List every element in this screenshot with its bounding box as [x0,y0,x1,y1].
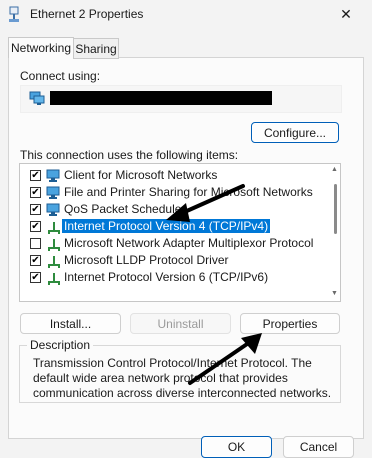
item-label: Internet Protocol Version 6 (TCP/IPv6) [64,270,269,284]
item-checkbox[interactable] [30,187,41,198]
scrollbar-thumb[interactable] [334,184,337,234]
network-properties-icon [7,6,21,24]
item-checkbox[interactable] [30,238,41,249]
install-button[interactable]: Install... [20,313,121,334]
description-title: Description [27,338,94,352]
properties-button[interactable]: Properties [240,313,340,334]
item-label: QoS Packet Scheduler [64,202,186,216]
scroll-up-icon[interactable]: ▲ [330,166,339,174]
list-item[interactable]: Microsoft Network Adapter Multiplexor Pr… [20,235,320,252]
list-item[interactable]: File and Printer Sharing for Microsoft N… [20,184,320,201]
tab-sharing[interactable]: Sharing [73,38,119,59]
protocol-icon [46,271,62,285]
list-item-selected[interactable]: Internet Protocol Version 4 (TCP/IPv4) [20,218,320,235]
protocol-icon [46,254,62,268]
item-checkbox[interactable] [30,204,41,215]
description-text: Transmission Control Protocol/Internet P… [33,356,332,400]
item-checkbox[interactable] [30,170,41,181]
configure-button[interactable]: Configure... [251,122,339,143]
network-client-icon [46,186,62,200]
item-label: Internet Protocol Version 4 (TCP/IPv4) [60,218,272,234]
close-button[interactable]: ✕ [334,3,358,25]
uninstall-button[interactable]: Uninstall [130,313,231,334]
scroll-down-icon[interactable]: ▼ [330,290,339,298]
item-checkbox[interactable] [30,221,41,232]
network-client-icon [46,169,62,183]
item-label: Microsoft LLDP Protocol Driver [64,253,229,267]
window-title: Ethernet 2 Properties [30,7,144,21]
item-label: Microsoft Network Adapter Multiplexor Pr… [64,236,314,250]
items-label: This connection uses the following items… [20,148,239,162]
protocol-icon [46,237,62,251]
tab-networking[interactable]: Networking [8,37,74,58]
list-item[interactable]: Microsoft LLDP Protocol Driver [20,252,320,269]
item-label: Client for Microsoft Networks [64,168,218,182]
close-icon: ✕ [340,5,352,22]
item-label: File and Printer Sharing for Microsoft N… [64,185,313,199]
connect-using-label: Connect using: [20,69,101,83]
list-item[interactable]: QoS Packet Scheduler [20,201,320,218]
protocol-icon [46,220,62,234]
item-checkbox[interactable] [30,272,41,283]
adapter-name-redacted [50,91,272,105]
network-client-icon [46,203,62,217]
list-item[interactable]: Internet Protocol Version 6 (TCP/IPv6) [20,269,320,286]
network-adapter-icon [29,91,45,105]
list-item[interactable]: Client for Microsoft Networks [20,167,320,184]
components-listbox[interactable]: Client for Microsoft Networks File and P… [19,163,341,302]
item-checkbox[interactable] [30,255,41,266]
